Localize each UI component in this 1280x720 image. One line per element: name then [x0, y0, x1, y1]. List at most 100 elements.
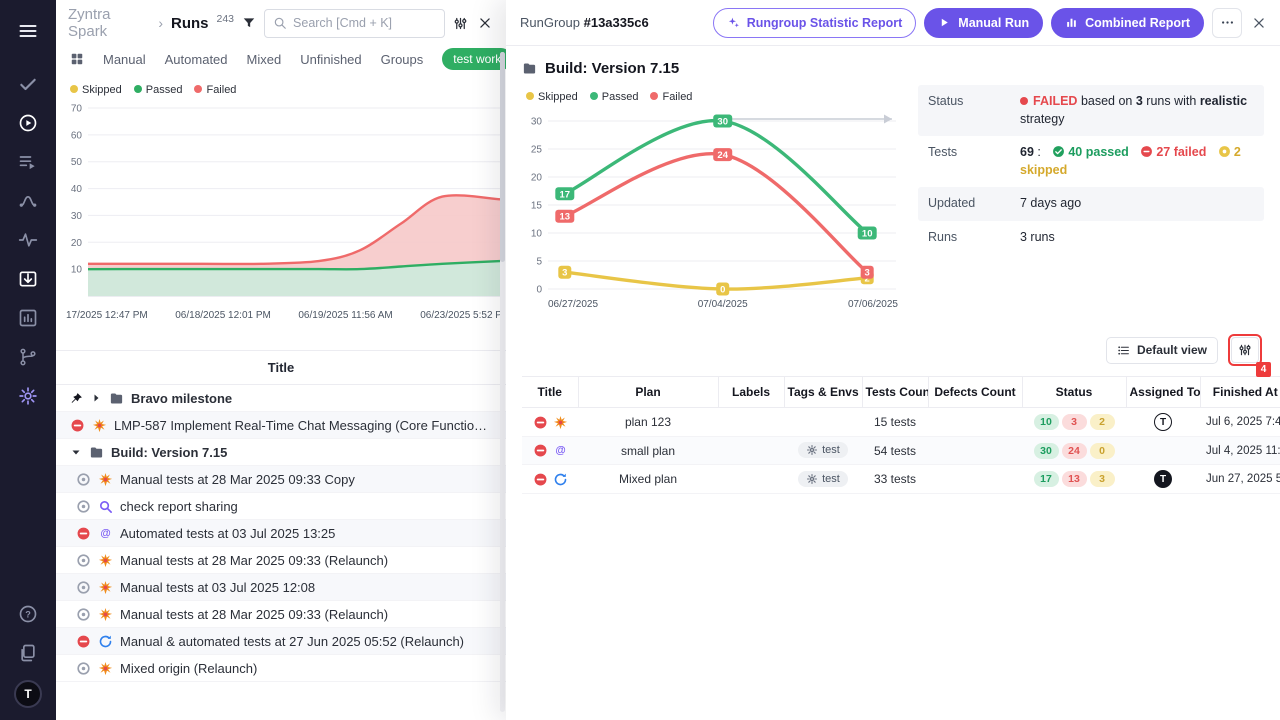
check-icon	[18, 74, 38, 94]
info-row-runs: Runs 3 runs	[918, 221, 1264, 255]
run-row[interactable]: @Automated tests at 03 Jul 2025 13:25	[56, 520, 506, 547]
tag-pill: test	[798, 471, 848, 487]
run-row[interactable]: LMP-587 Implement Real-Time Chat Messagi…	[56, 412, 506, 439]
tab-test-work[interactable]: test work	[442, 48, 506, 70]
runs-panel-close-button[interactable]	[476, 14, 494, 32]
run-row[interactable]: Manual & automated tests at 27 Jun 2025 …	[56, 628, 506, 655]
caret-down-icon[interactable]	[70, 446, 82, 458]
run-title: Bravo milestone	[131, 391, 492, 406]
sidebar-item-activity[interactable]	[9, 222, 47, 258]
failed-dot-icon	[1020, 97, 1028, 105]
col-tests-count[interactable]: Tests Count	[862, 377, 928, 408]
sidebar-item-help[interactable]: ?	[9, 596, 47, 632]
col-title[interactable]: Title	[522, 377, 578, 408]
search-settings-button[interactable]	[451, 14, 470, 33]
table-row[interactable]: Mixed plantest33 tests17133TJun 27, 2025…	[522, 465, 1280, 494]
explosion-icon	[98, 580, 113, 595]
breadcrumb-project[interactable]: Zyntra Spark	[68, 6, 150, 40]
runs-tabs: Manual Automated Mixed Unfinished Groups test…	[56, 44, 506, 78]
runs-panel: Zyntra Spark › Runs 243 ManualAutomatedM…	[56, 0, 506, 720]
col-assigned-to[interactable]: Assigned To	[1126, 377, 1200, 408]
sidebar-item-settings[interactable]	[9, 378, 47, 414]
col-status[interactable]: Status	[1022, 377, 1126, 408]
svg-text:0: 0	[536, 285, 542, 296]
sidebar-item-docs[interactable]	[9, 635, 47, 671]
combined-report-button[interactable]: Combined Report	[1051, 8, 1204, 38]
table-row[interactable]: @small plantest54 tests30240Jul 4, 2025 …	[522, 437, 1280, 465]
drawer-close-button[interactable]	[1252, 16, 1266, 30]
search-box[interactable]	[264, 9, 445, 38]
search-icon	[273, 16, 287, 30]
caret-right-icon[interactable]	[90, 392, 102, 404]
group-runs-table: Title Plan Labels Tags & Envs Tests Coun…	[522, 376, 1280, 494]
tab-mixed[interactable]: Mixed	[247, 52, 282, 67]
columns-settings-button[interactable]	[1231, 337, 1259, 363]
sidebar-item-test-plans[interactable]	[9, 144, 47, 180]
progress-icon	[76, 472, 91, 487]
run-row[interactable]: Build: Version 7.15	[56, 439, 506, 466]
sidebar-item-tests[interactable]	[9, 66, 47, 102]
col-labels[interactable]: Labels	[718, 377, 784, 408]
passed-icon	[1052, 145, 1065, 158]
run-row[interactable]: Manual tests at 03 Jul 2025 12:08	[56, 574, 506, 601]
tab-unfinished[interactable]: Unfinished	[300, 52, 361, 67]
menu-icon[interactable]	[9, 13, 47, 49]
progress-icon	[76, 580, 91, 595]
tab-grid[interactable]	[70, 52, 84, 66]
status-badge: 3	[1090, 471, 1115, 487]
more-button[interactable]	[1212, 8, 1242, 38]
assignee-avatar[interactable]: T	[1154, 470, 1172, 488]
manual-run-button[interactable]: Manual Run	[924, 8, 1043, 38]
run-row[interactable]: Mixed origin (Relaunch)	[56, 655, 506, 682]
search-purple-icon	[98, 499, 113, 514]
run-row[interactable]: Manual tests at 28 Mar 2025 09:33 (Relau…	[56, 601, 506, 628]
col-defects-count[interactable]: Defects Count	[928, 377, 1022, 408]
col-finished-at[interactable]: Finished At	[1200, 377, 1280, 408]
table-row[interactable]: plan 12315 tests1032TJul 6, 2025 7:40	[522, 408, 1280, 437]
search-input[interactable]	[293, 16, 436, 30]
svg-text:20: 20	[71, 238, 83, 249]
svg-text:@: @	[555, 445, 565, 457]
cycle-icon	[98, 634, 113, 649]
status-value: FAILED based on 3 runs with realistic st…	[1020, 93, 1254, 128]
default-view-button[interactable]: Default view	[1106, 337, 1218, 364]
col-plan[interactable]: Plan	[578, 377, 718, 408]
explosion-icon	[98, 661, 113, 676]
legend-skipped: Skipped	[526, 91, 578, 103]
sidebar-item-reports[interactable]	[9, 300, 47, 336]
runs-history-area-chart: 10203040506070	[56, 100, 504, 310]
tab-groups[interactable]: Groups	[381, 52, 424, 67]
run-row[interactable]: Bravo milestone	[56, 385, 506, 412]
tab-manual[interactable]: Manual	[103, 52, 146, 67]
tab-automated[interactable]: Automated	[165, 52, 228, 67]
sidebar-item-runs[interactable]	[9, 105, 47, 141]
scrollbar[interactable]	[500, 52, 505, 712]
svg-text:20: 20	[531, 173, 543, 184]
svg-text:15: 15	[531, 201, 543, 212]
drawer-body: Build: Version 7.15 SkippedPassedFailed …	[506, 46, 1280, 720]
rungroup-drawer: RunGroup #13a335c6 Rungroup Statistic Re…	[506, 0, 1280, 720]
tests-count-cell: 15 tests	[862, 408, 928, 437]
sidebar-item-requirements[interactable]	[9, 261, 47, 297]
status-badge: 0	[1090, 443, 1115, 459]
ban-icon	[70, 418, 85, 433]
assignee-avatar[interactable]: T	[1154, 413, 1172, 431]
run-row[interactable]: check report sharing	[56, 493, 506, 520]
svg-text:5: 5	[536, 257, 542, 268]
x-tick-label: 06/18/2025 12:01 PM	[175, 310, 271, 324]
filter-button[interactable]	[240, 14, 258, 32]
pulse-icon	[18, 230, 38, 250]
run-row[interactable]: Manual tests at 28 Mar 2025 09:33 (Relau…	[56, 547, 506, 574]
ban-icon	[533, 415, 548, 430]
at-icon: @	[98, 526, 113, 541]
sidebar-item-milestones[interactable]	[9, 183, 47, 219]
user-avatar[interactable]: T	[14, 680, 42, 708]
col-tags-envs[interactable]: Tags & Envs	[784, 377, 862, 408]
legend-failed: Failed	[650, 91, 692, 103]
svg-text:40: 40	[71, 184, 83, 195]
sidebar-item-integrations[interactable]	[9, 339, 47, 375]
run-title: Mixed origin (Relaunch)	[120, 661, 492, 676]
svg-text:25: 25	[531, 145, 543, 156]
run-row[interactable]: Manual tests at 28 Mar 2025 09:33 Copy	[56, 466, 506, 493]
rungroup-statistic-report-button[interactable]: Rungroup Statistic Report	[713, 8, 917, 38]
